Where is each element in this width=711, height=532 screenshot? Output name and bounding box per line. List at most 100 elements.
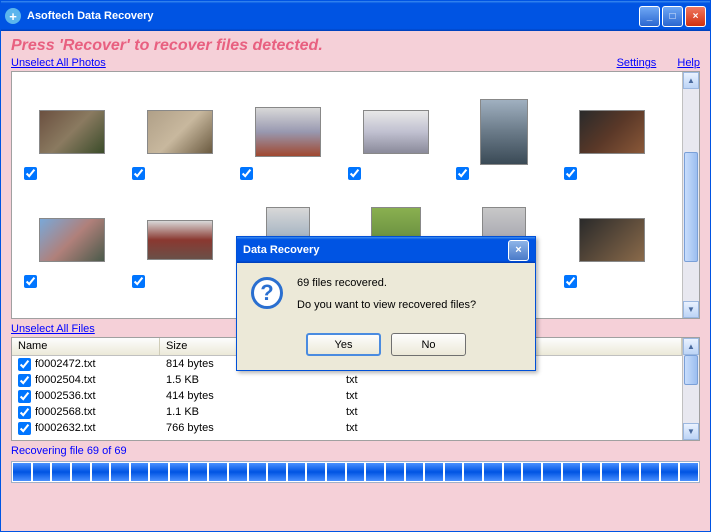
photo-thumbnail[interactable] [39,218,105,262]
question-icon: ? [251,277,283,309]
progress-block [288,463,306,481]
photo-cell[interactable] [558,186,666,294]
file-size: 766 bytes [160,422,340,434]
dialog-close-button[interactable]: × [508,240,529,261]
file-checkbox[interactable] [18,406,31,419]
photo-cell[interactable] [18,186,126,294]
close-button[interactable]: × [685,6,706,27]
progress-block [268,463,286,481]
progress-block [464,463,482,481]
photo-checkbox[interactable] [240,167,253,180]
file-size: 414 bytes [160,390,340,402]
file-size: 1.5 KB [160,374,340,386]
help-link[interactable]: Help [677,57,700,69]
unselect-all-photos-link[interactable]: Unselect All Photos [11,57,106,69]
file-checkbox[interactable] [18,422,31,435]
photo-cell[interactable] [234,78,342,186]
photo-cell[interactable] [126,186,234,294]
photo-checkbox[interactable] [132,275,145,288]
confirmation-dialog: Data Recovery × ? 69 files recovered. Do… [236,236,536,371]
file-name: f0002504.txt [35,374,96,386]
file-ext: txt [340,374,480,386]
progress-block [92,463,110,481]
dialog-text: 69 files recovered. Do you want to view … [297,277,476,321]
progress-block [445,463,463,481]
photo-cell[interactable] [18,294,126,319]
photo-thumbnail[interactable] [39,110,105,154]
file-checkbox[interactable] [18,390,31,403]
files-scrollbar[interactable]: ▲ ▼ [682,338,699,440]
file-name: f0002568.txt [35,406,96,418]
photo-thumbnail[interactable] [255,107,321,157]
file-size: 1.1 KB [160,406,340,418]
progress-block [425,463,443,481]
window-title: Asoftech Data Recovery [27,10,639,22]
titlebar: + Asoftech Data Recovery _ □ × [1,1,710,31]
photo-checkbox[interactable] [24,275,37,288]
photo-cell[interactable] [18,78,126,186]
file-name: f0002632.txt [35,422,96,434]
scroll-thumb[interactable] [684,355,698,385]
progress-block [52,463,70,481]
progress-block [307,463,325,481]
photo-cell[interactable] [126,78,234,186]
app-icon: + [5,8,21,24]
unselect-all-files-link[interactable]: Unselect All Files [11,323,95,335]
file-checkbox[interactable] [18,358,31,371]
progress-block [209,463,227,481]
scroll-down-icon[interactable]: ▼ [683,301,699,318]
photo-checkbox[interactable] [24,167,37,180]
photo-checkbox[interactable] [132,167,145,180]
file-ext: txt [340,422,480,434]
progress-block [111,463,129,481]
yes-button[interactable]: Yes [306,333,381,356]
scroll-up-icon[interactable]: ▲ [683,72,699,89]
file-checkbox[interactable] [18,374,31,387]
status-text: Recovering file 69 of 69 [11,445,700,457]
maximize-button[interactable]: □ [662,6,683,27]
scroll-up-icon[interactable]: ▲ [683,338,699,355]
progress-block [504,463,522,481]
no-button[interactable]: No [391,333,466,356]
photo-checkbox[interactable] [348,167,361,180]
photo-thumbnail[interactable] [579,110,645,154]
dialog-title: Data Recovery [243,244,508,256]
progress-block [661,463,679,481]
file-name: f0002536.txt [35,390,96,402]
dialog-buttons: Yes No [237,329,535,370]
progress-block [150,463,168,481]
scroll-down-icon[interactable]: ▼ [683,423,699,440]
content-area: Press 'Recover' to recover files detecte… [1,31,710,531]
progress-block [229,463,247,481]
top-link-row: Unselect All Photos Settings Help [11,57,700,69]
photo-thumbnail[interactable] [363,110,429,154]
table-row[interactable]: f0002536.txt 414 bytestxt [12,388,682,404]
col-name[interactable]: Name [12,338,160,355]
file-ext: txt [340,406,480,418]
file-name: f0002472.txt [35,358,96,370]
photo-thumbnail[interactable] [579,218,645,262]
instruction-text: Press 'Recover' to recover files detecte… [11,37,700,55]
photo-thumbnail[interactable] [147,220,213,260]
progress-block [621,463,639,481]
photo-checkbox[interactable] [564,275,577,288]
photo-checkbox[interactable] [456,167,469,180]
photo-cell[interactable] [558,78,666,186]
photo-cell[interactable] [342,78,450,186]
table-row[interactable]: f0002504.txt 1.5 KBtxt [12,372,682,388]
photo-thumbnail[interactable] [147,110,213,154]
progress-block [170,463,188,481]
photo-cell[interactable] [450,78,558,186]
progress-block [386,463,404,481]
settings-link[interactable]: Settings [617,57,657,69]
file-ext: txt [340,390,480,402]
minimize-button[interactable]: _ [639,6,660,27]
scroll-thumb[interactable] [684,152,698,262]
progress-block [680,463,698,481]
table-row[interactable]: f0002632.txt 766 bytestxt [12,420,682,436]
progress-block [327,463,345,481]
photos-scrollbar[interactable]: ▲ ▼ [682,72,699,318]
table-row[interactable]: f0002568.txt 1.1 KBtxt [12,404,682,420]
photo-thumbnail[interactable] [480,99,528,165]
photo-checkbox[interactable] [564,167,577,180]
